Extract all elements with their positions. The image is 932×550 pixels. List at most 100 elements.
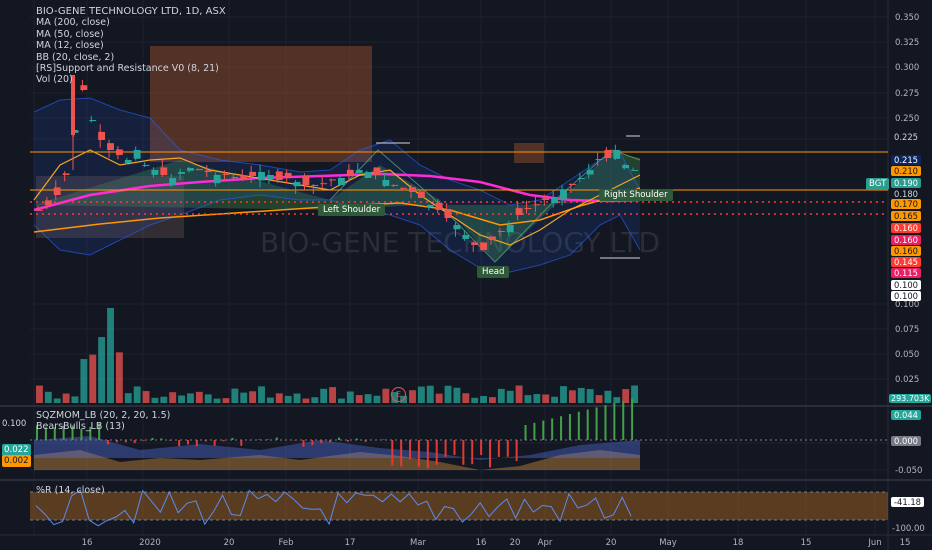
candle-body [515, 208, 523, 215]
candle-body [400, 187, 408, 189]
price-tick-label: 0.075 [895, 325, 919, 335]
volume-bar [346, 391, 354, 403]
main-legend[interactable]: BIO-GENE TECHNOLOGY LTD, 1D, ASX MA (200… [36, 6, 226, 86]
volume-bar [533, 394, 541, 403]
momentum-bar [506, 440, 509, 457]
willr-tag: -41.18 [891, 497, 924, 507]
volume-bar [542, 394, 550, 403]
sqzmom-legend[interactable]: SQZMOM_LB (20, 2, 20, 1.5) BearsBulls_LB… [36, 410, 170, 432]
willr-legend[interactable]: %R (14, close) [36, 485, 105, 496]
momentum-bar [258, 439, 261, 440]
right-shoulder-label[interactable]: Right Shoulder [599, 189, 673, 201]
momentum-bar [240, 440, 243, 446]
volume-bar [222, 398, 230, 403]
candle-body [160, 167, 168, 175]
legend-ma50[interactable]: MA (50, close) [36, 29, 226, 40]
volume-bar [231, 388, 239, 403]
candle-body [62, 173, 70, 175]
candle-body [542, 198, 550, 200]
volume-bar [195, 391, 203, 403]
price-tick-label: 0.250 [895, 114, 919, 124]
price-tick-label: 0.325 [895, 38, 919, 48]
momentum-bar [311, 440, 314, 446]
volume-bar [80, 359, 88, 403]
momentum-bar [195, 440, 198, 447]
momentum-bar [471, 440, 474, 465]
volume-bar [515, 385, 523, 403]
rs-zone-right [514, 143, 544, 163]
volume-bar [53, 398, 61, 403]
volume-bar [142, 391, 150, 403]
volume-bar [560, 386, 567, 403]
candle-body [329, 179, 336, 181]
time-tick-label: May [659, 538, 677, 548]
momentum-bar [462, 440, 465, 465]
legend-bb[interactable]: BB (20, close, 2) [36, 52, 226, 63]
legend-support-resistance[interactable]: [RS]Support and Resistance V0 (8, 21) [36, 63, 226, 74]
volume-bar [444, 385, 452, 403]
sqz-left-tag-2: 0.002 [2, 455, 31, 467]
legend-sqzmom[interactable]: SQZMOM_LB (20, 2, 20, 1.5) [36, 410, 170, 421]
momentum-bar [187, 440, 189, 445]
momentum-bar [444, 440, 447, 457]
volume-bar [320, 388, 328, 403]
time-tick-label: 15 [900, 538, 911, 548]
volume-bar [329, 387, 336, 403]
candle-body [568, 183, 576, 185]
time-tick-label: 20 [606, 538, 617, 548]
time-tick-label: 18 [733, 538, 744, 548]
ticker-tag[interactable]: BGT [866, 178, 890, 190]
volume-bar [151, 397, 159, 403]
candle-body [497, 230, 505, 232]
volume-bar [426, 385, 434, 403]
legend-volume[interactable]: Vol (20) [36, 74, 226, 85]
volume-bar [89, 354, 97, 403]
volume-bar [124, 393, 132, 403]
price-tag: 0.215 [891, 155, 921, 165]
momentum-bar [346, 440, 349, 442]
event-marker[interactable]: E [391, 387, 406, 402]
volume-bar [249, 391, 257, 403]
candle-body [480, 242, 487, 250]
price-tick-label: 0.350 [895, 13, 919, 23]
momentum-bar [560, 416, 563, 440]
momentum-bar [409, 440, 412, 460]
williams-r-pane [30, 489, 888, 527]
momentum-bar [178, 440, 181, 447]
momentum-bar [453, 440, 456, 456]
candle-body [595, 158, 603, 160]
price-tick-label: 0.300 [895, 63, 919, 73]
momentum-bar [142, 440, 145, 441]
volume-tag: 293.703K [889, 394, 932, 403]
momentum-bar [595, 407, 598, 440]
price-tag: 0.100 [891, 280, 921, 290]
willr-tick-label: -100.00 [892, 524, 925, 534]
volume-bar [480, 396, 487, 403]
candle-body [560, 190, 567, 199]
time-tick-label: Apr [538, 538, 553, 548]
volume-bar [169, 392, 177, 403]
candle-body [462, 235, 470, 239]
time-tick-label: 16 [476, 538, 487, 548]
symbol-title[interactable]: BIO-GENE TECHNOLOGY LTD, 1D, ASX [36, 6, 226, 17]
legend-willr[interactable]: %R (14, close) [36, 485, 105, 496]
candle-body [586, 170, 594, 175]
candle-body [382, 180, 390, 186]
momentum-bar [604, 405, 607, 440]
legend-ma200[interactable]: MA (200, close) [36, 17, 226, 28]
volume-bar [302, 398, 310, 403]
price-tag: 0.115 [891, 268, 921, 278]
time-tick-label: Jun [867, 538, 881, 548]
volume-bars [36, 308, 638, 403]
legend-bearsbulls[interactable]: BearsBulls_LB (13) [36, 421, 170, 432]
legend-ma12[interactable]: MA (12, close) [36, 40, 226, 51]
head-label[interactable]: Head [477, 266, 510, 278]
candle-body [577, 178, 585, 179]
candle-body [391, 184, 399, 186]
price-tag: 0.145 [891, 257, 921, 267]
momentum-bar [586, 409, 589, 440]
candle-body [249, 171, 257, 176]
left-shoulder-label[interactable]: Left Shoulder [318, 204, 386, 216]
candle-body [506, 225, 514, 233]
price-tag: 0.160 [891, 246, 921, 256]
